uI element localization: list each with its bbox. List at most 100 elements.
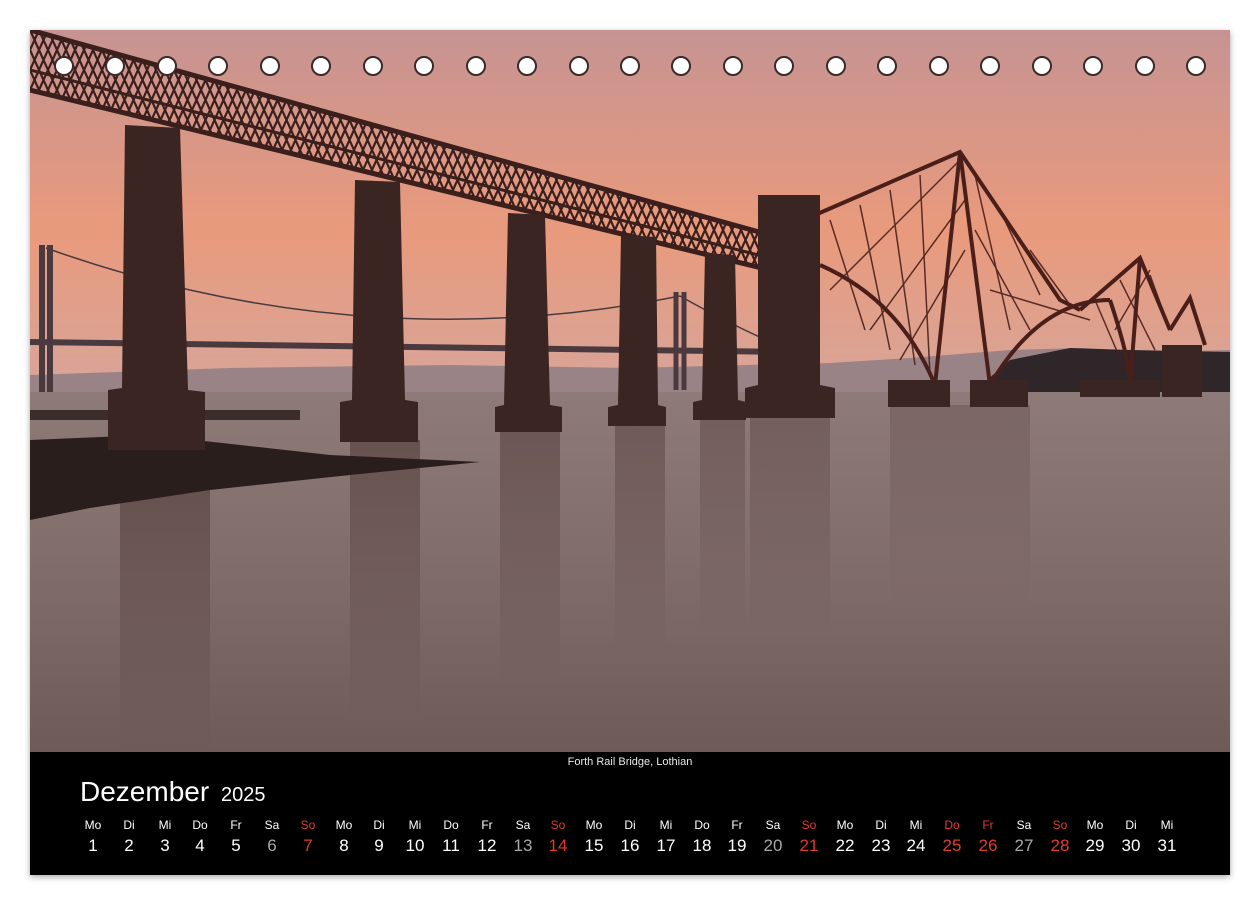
day-number: 7 (303, 836, 313, 855)
day-cell: Fr 5 (218, 816, 254, 858)
day-number: 10 (405, 836, 425, 855)
binding-hole (54, 56, 74, 76)
day-cell: Mi 10 (397, 816, 433, 858)
day-cell: Sa 20 (755, 816, 791, 858)
day-number: 15 (584, 836, 604, 855)
day-cell: Fr 19 (719, 816, 755, 858)
day-number: 21 (799, 836, 819, 855)
weekday-label: Mo (1086, 818, 1104, 832)
day-number: 20 (763, 836, 783, 855)
day-row: Mo 1 Di 2 Mi 3 Do 4 Fr 5 Sa 6 So 7 Mo 8 Di 9 Mi 10 Do 11 Fr 12 S… (75, 816, 1215, 866)
weekday-label: Fr (481, 818, 493, 832)
bridge-photo (30, 30, 1230, 752)
day-cell: So 21 (791, 816, 827, 858)
day-cell: Mi 31 (1149, 816, 1185, 858)
weekday-label: Mo (585, 818, 603, 832)
day-number: 1 (88, 836, 98, 855)
binding-hole (877, 56, 897, 76)
weekday-label: Mo (836, 818, 854, 832)
binding-hole (260, 56, 280, 76)
day-number: 30 (1121, 836, 1141, 855)
binding-hole (1186, 56, 1206, 76)
day-number: 14 (548, 836, 568, 855)
weekday-label: Do (694, 818, 710, 832)
day-cell: Fr 26 (970, 816, 1006, 858)
day-number: 3 (160, 836, 170, 855)
day-cell: Mi 17 (648, 816, 684, 858)
binding-hole (311, 56, 331, 76)
day-cell: Do 11 (433, 816, 469, 858)
day-number: 22 (835, 836, 855, 855)
weekday-label: Sa (264, 818, 280, 832)
day-cell: Mo 15 (576, 816, 612, 858)
day-number: 25 (942, 836, 962, 855)
binding-hole (414, 56, 434, 76)
day-cell: Mo 29 (1077, 816, 1113, 858)
weekday-label: Di (624, 818, 636, 832)
weekday-label: So (550, 818, 566, 832)
day-number: 24 (906, 836, 926, 855)
weekday-label: Di (123, 818, 135, 832)
weekday-label: Mi (659, 818, 673, 832)
day-cell: Do 25 (934, 816, 970, 858)
day-number: 26 (978, 836, 998, 855)
weekday-label: Di (373, 818, 385, 832)
weekday-label: Do (944, 818, 960, 832)
binding-hole (569, 56, 589, 76)
weekday-label: So (300, 818, 316, 832)
day-number: 31 (1157, 836, 1177, 855)
day-cell: Di 30 (1113, 816, 1149, 858)
day-cell: Di 23 (863, 816, 899, 858)
weekday-label: Di (1125, 818, 1137, 832)
day-number: 13 (513, 836, 533, 855)
day-cell: Mi 3 (147, 816, 183, 858)
binding-hole (517, 56, 537, 76)
weekday-label: Do (192, 818, 208, 832)
weekday-label: Mi (909, 818, 923, 832)
binding-hole (620, 56, 640, 76)
day-cell: Di 2 (111, 816, 147, 858)
day-number: 12 (477, 836, 497, 855)
binding-hole (980, 56, 1000, 76)
day-cell: Di 9 (361, 816, 397, 858)
weekday-label: Mo (84, 818, 102, 832)
weekday-label: Sa (765, 818, 781, 832)
day-cell: So 14 (540, 816, 576, 858)
photo-caption: Forth Rail Bridge, Lothian (567, 756, 693, 768)
day-cell: Di 16 (612, 816, 648, 858)
binding-hole (929, 56, 949, 76)
binding-hole (1032, 56, 1052, 76)
day-number: 18 (692, 836, 712, 855)
binding-hole (1083, 56, 1103, 76)
weekday-label: So (1052, 818, 1068, 832)
day-number: 2 (124, 836, 134, 855)
binding-hole (157, 56, 177, 76)
month-year: 2025 (220, 784, 266, 806)
month-title: Dezember 2025 (80, 776, 265, 808)
day-cell: Mo 22 (827, 816, 863, 858)
calendar-page: Forth Rail Bridge, Lothian Dezember 2025… (0, 0, 1260, 905)
day-number: 4 (195, 836, 205, 855)
weekday-label: So (801, 818, 817, 832)
day-cell: Fr 12 (469, 816, 505, 858)
day-number: 6 (267, 836, 277, 855)
weekday-label: Fr (982, 818, 994, 832)
day-number: 28 (1050, 836, 1070, 855)
weekday-label: Mi (158, 818, 172, 832)
binding-hole (466, 56, 486, 76)
binding-hole (363, 56, 383, 76)
day-cell: Sa 13 (505, 816, 541, 858)
day-number: 8 (339, 836, 349, 855)
day-cell: Mi 24 (898, 816, 934, 858)
binding-hole (105, 56, 125, 76)
day-cell: So 28 (1042, 816, 1078, 858)
day-number: 23 (871, 836, 891, 855)
day-cell: So 7 (290, 816, 326, 858)
weekday-label: Mo (335, 818, 353, 832)
day-cell: Sa 6 (254, 816, 290, 858)
day-cell: Mo 1 (75, 816, 111, 858)
binding-hole (1135, 56, 1155, 76)
day-number: 27 (1014, 836, 1034, 855)
weekday-label: Fr (731, 818, 743, 832)
binding-hole (208, 56, 228, 76)
